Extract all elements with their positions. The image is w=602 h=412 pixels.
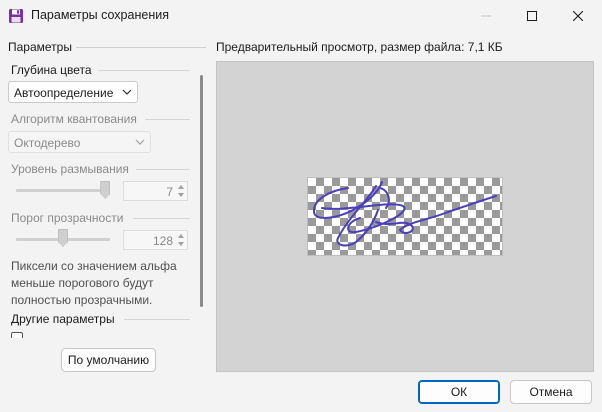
other-params-label: Другие параметры — [11, 312, 115, 326]
color-depth-label: Глубина цвета — [11, 63, 92, 77]
default-button[interactable]: По умолчанию — [61, 348, 156, 372]
color-depth-line — [98, 70, 190, 71]
blur-value: 7 — [166, 185, 173, 199]
quantization-label: Алгоритм квантования — [11, 112, 137, 126]
color-depth-select[interactable]: Автоопределение — [8, 81, 138, 103]
transparency-line — [133, 218, 190, 219]
ok-button[interactable]: ОК — [418, 380, 500, 404]
parameters-panel[interactable]: Глубина цвета Автоопределение Алгоритм к… — [0, 56, 205, 338]
other-params-line — [124, 319, 190, 320]
close-icon — [573, 11, 583, 21]
signature-image — [312, 181, 497, 247]
parameters-scrollbar[interactable] — [200, 75, 203, 307]
minimize-icon — [481, 15, 491, 17]
cancel-button[interactable]: Отмена — [510, 380, 592, 404]
spin-down-icon[interactable] — [177, 241, 185, 247]
quantization-select[interactable]: Октодерево — [8, 131, 151, 153]
floppy-disk-icon — [9, 9, 23, 23]
blur-label: Уровень размывания — [11, 162, 129, 176]
chevron-down-icon — [135, 139, 145, 145]
transparency-label: Порог прозрачности — [11, 211, 124, 225]
preview-area — [216, 61, 594, 372]
blur-spinbox[interactable]: 7 — [123, 181, 188, 201]
title-bar: Параметры сохранения — [0, 0, 602, 32]
blur-slider-track[interactable] — [16, 189, 110, 192]
transparency-spinbox[interactable]: 128 — [123, 230, 188, 250]
transparency-slider-thumb[interactable] — [58, 229, 68, 247]
blur-slider-thumb[interactable] — [100, 181, 111, 199]
color-depth-value: Автоопределение — [14, 86, 114, 100]
quantization-value: Октодерево — [14, 136, 81, 150]
preview-header: Предварительный просмотр, размер файла: … — [216, 40, 503, 54]
other-param-checkbox[interactable] — [11, 332, 23, 338]
close-button[interactable] — [555, 0, 601, 32]
maximize-icon — [527, 11, 537, 21]
blur-line — [136, 169, 190, 170]
maximize-button[interactable] — [509, 0, 555, 32]
minimize-button[interactable] — [463, 0, 509, 32]
spin-up-icon[interactable] — [177, 184, 185, 190]
chevron-down-icon — [122, 89, 132, 95]
spin-up-icon[interactable] — [177, 233, 185, 239]
spin-down-icon[interactable] — [177, 192, 185, 198]
parameters-header: Параметры — [8, 40, 72, 54]
transparency-note: Пиксели со значением альфа меньше порого… — [11, 259, 177, 307]
quantization-line — [145, 119, 190, 120]
window-title: Параметры сохранения — [31, 8, 169, 22]
parameters-header-line — [76, 47, 206, 48]
transparency-value: 128 — [152, 234, 173, 248]
